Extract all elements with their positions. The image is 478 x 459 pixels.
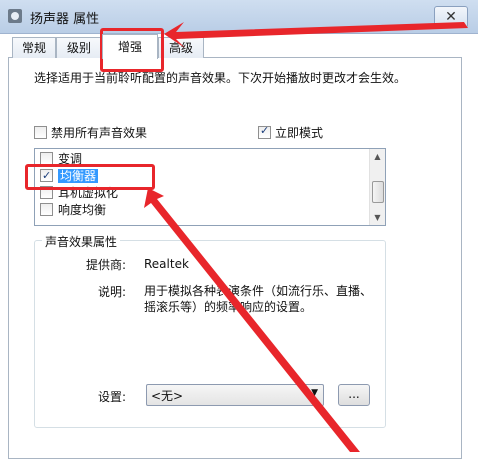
annotation-arrows <box>144 22 468 452</box>
annotation-arrow-tab <box>164 22 468 48</box>
annotation-arrow-equalizer <box>144 188 360 452</box>
tab-enhancements[interactable]: 增强 <box>102 34 158 59</box>
